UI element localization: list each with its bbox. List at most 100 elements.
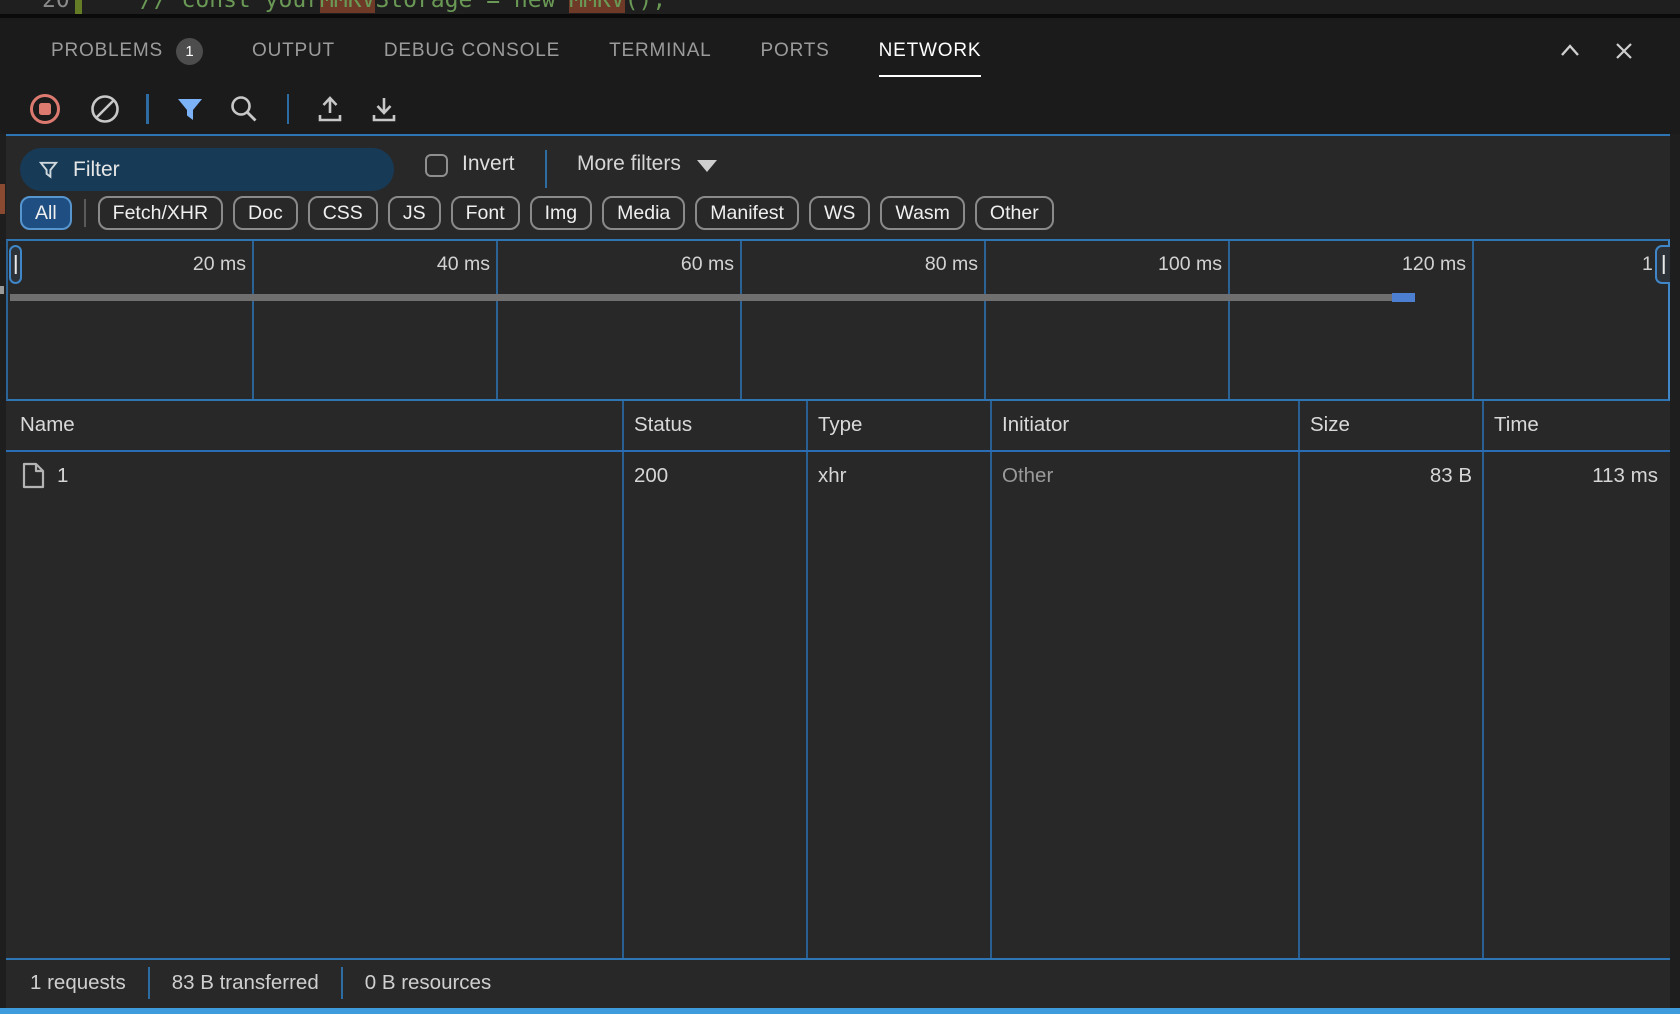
toolbar-divider	[287, 94, 290, 124]
more-filters-label: More filters	[577, 152, 681, 176]
timeline-tick-label: 120 ms	[1346, 253, 1466, 276]
tab-debug-console[interactable]: DEBUG CONSOLE	[384, 18, 560, 84]
network-toolbar	[0, 84, 1680, 134]
column-header-initiator[interactable]: Initiator	[1002, 413, 1069, 437]
tab-label: TERMINAL	[609, 40, 711, 62]
resource-type-filters: All Fetch/XHR Doc CSS JS Font Img Media …	[20, 195, 1054, 231]
requests-count: 1 requests	[30, 971, 126, 995]
record-stop-icon[interactable]	[28, 92, 62, 126]
network-panel: Filter Invert More filters All Fetch/XHR…	[6, 134, 1670, 1008]
overview-ruler-dot	[0, 286, 4, 294]
chips-divider	[84, 199, 86, 227]
timeline-gridline	[740, 241, 742, 399]
timeline-tick-label: 100 ms	[1102, 253, 1222, 276]
filter-funnel-icon[interactable]	[173, 92, 207, 126]
request-initiator: Other	[1002, 464, 1053, 488]
column-header-time[interactable]: Time	[1494, 413, 1539, 437]
overview-left-drag-handle[interactable]	[9, 245, 22, 284]
filter-input[interactable]: Filter	[20, 148, 394, 191]
overview-right-drag-handle[interactable]	[1655, 245, 1670, 284]
filter-funnel-small-icon	[38, 159, 59, 180]
export-har-icon[interactable]	[367, 92, 401, 126]
vscode-panel-screen: 20 // const yourMMKVStorage = new MMKV()…	[0, 0, 1680, 1014]
timeline-gridline	[1472, 241, 1474, 399]
filter-row-divider	[545, 150, 547, 188]
type-filter-css[interactable]: CSS	[308, 196, 378, 230]
request-name: 1	[57, 464, 68, 488]
tab-label: PROBLEMS	[51, 40, 163, 62]
code-comment: Storage	[375, 0, 472, 13]
timeline-tick-label: 80 ms	[858, 253, 978, 276]
timeline-gridline	[1228, 241, 1230, 399]
request-size: 83 B	[1298, 464, 1472, 488]
resources-size: 0 B resources	[365, 971, 491, 995]
find-match-highlight: MMKV	[569, 0, 624, 13]
code-comment: // const your	[140, 0, 320, 13]
problems-count-badge: 1	[176, 38, 203, 65]
git-gutter-added-bar	[75, 0, 82, 14]
invert-checkbox[interactable]	[425, 154, 448, 177]
code-comment: = new	[472, 0, 569, 13]
clear-icon[interactable]	[88, 92, 122, 126]
chevron-up-icon[interactable]	[1556, 37, 1584, 65]
tab-label: NETWORK	[879, 40, 982, 62]
summary-divider	[341, 967, 343, 999]
transferred-size: 83 B transferred	[172, 971, 319, 995]
type-filter-fetch-xhr[interactable]: Fetch/XHR	[98, 196, 223, 230]
column-header-name[interactable]: Name	[20, 413, 75, 437]
type-filter-other[interactable]: Other	[975, 196, 1054, 230]
editor-line-number: 20	[42, 0, 70, 14]
tab-ports[interactable]: PORTS	[761, 18, 830, 84]
column-header-size[interactable]: Size	[1310, 413, 1350, 437]
close-icon[interactable]	[1610, 37, 1638, 65]
request-type: xhr	[818, 464, 846, 488]
tab-output[interactable]: OUTPUT	[252, 18, 335, 84]
invert-label[interactable]: Invert	[462, 152, 515, 176]
tab-label: PORTS	[761, 40, 830, 62]
panel-focus-border	[0, 1008, 1680, 1014]
type-filter-doc[interactable]: Doc	[233, 196, 298, 230]
request-time: 113 ms	[1482, 464, 1658, 488]
type-filter-wasm[interactable]: Wasm	[880, 196, 965, 230]
tab-terminal[interactable]: TERMINAL	[609, 18, 711, 84]
overview-ruler-mark	[0, 184, 5, 214]
tab-label: OUTPUT	[252, 40, 335, 62]
timeline-gridline	[496, 241, 498, 399]
table-header-row: Name Status Type Initiator Size Time	[6, 401, 1670, 452]
code-comment: ();	[625, 0, 667, 13]
timeline-gridline	[984, 241, 986, 399]
request-status: 200	[634, 464, 668, 488]
type-filter-js[interactable]: JS	[388, 196, 441, 230]
timeline-tick-label: 40 ms	[370, 253, 490, 276]
panel-tab-bar: PROBLEMS 1 OUTPUT DEBUG CONSOLE TERMINAL…	[0, 18, 1680, 84]
find-match-highlight: MMKV	[320, 0, 375, 13]
request-waterfall-bar	[10, 294, 1392, 301]
summary-divider	[148, 967, 150, 999]
timeline-gridline	[252, 241, 254, 399]
column-header-type[interactable]: Type	[818, 413, 862, 437]
search-icon[interactable]	[227, 92, 261, 126]
network-overview-timeline[interactable]: 20 ms 40 ms 60 ms 80 ms 100 ms 120 ms 1	[6, 239, 1670, 401]
type-filter-ws[interactable]: WS	[809, 196, 870, 230]
toolbar-divider	[146, 94, 149, 124]
request-name-cell: 1	[22, 462, 68, 489]
type-filter-manifest[interactable]: Manifest	[695, 196, 799, 230]
type-filter-img[interactable]: Img	[530, 196, 593, 230]
more-filters-dropdown[interactable]: More filters	[577, 152, 717, 176]
tab-problems[interactable]: PROBLEMS 1	[51, 18, 203, 84]
tab-network[interactable]: NETWORK	[879, 18, 982, 84]
column-header-status[interactable]: Status	[634, 413, 692, 437]
type-filter-media[interactable]: Media	[602, 196, 685, 230]
timeline-tick-label: 60 ms	[614, 253, 734, 276]
requests-table: Name Status Type Initiator Size Time 1 2…	[6, 401, 1670, 960]
table-row[interactable]: 1 200 xhr Other 83 B 113 ms	[6, 452, 1670, 502]
import-har-icon[interactable]	[313, 92, 347, 126]
timeline-tick-label: 20 ms	[126, 253, 246, 276]
type-filter-all[interactable]: All	[20, 196, 72, 230]
editor-code-text: // const yourMMKVStorage = new MMKV();	[140, 0, 666, 14]
document-icon	[22, 462, 45, 489]
panel-left-edge	[0, 134, 6, 1008]
filter-placeholder: Filter	[73, 158, 120, 182]
panel-controls	[1556, 18, 1638, 84]
type-filter-font[interactable]: Font	[451, 196, 520, 230]
